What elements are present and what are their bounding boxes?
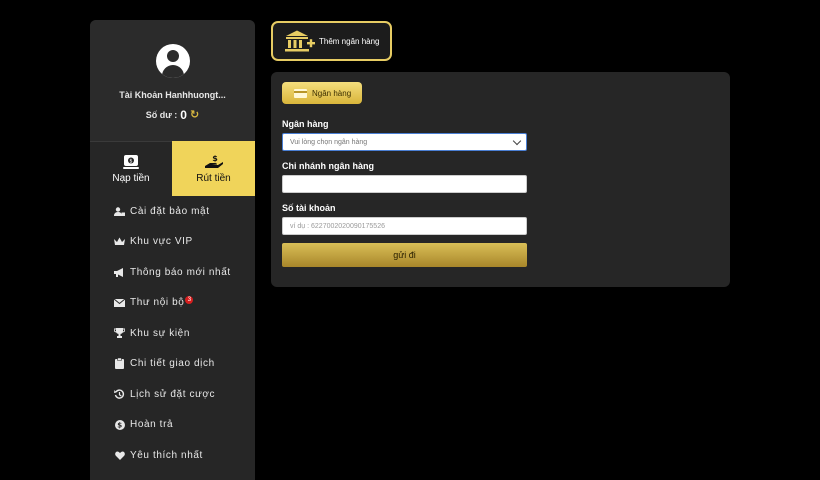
coin-icon: $ bbox=[114, 419, 125, 430]
deposit-icon: $ bbox=[123, 155, 139, 169]
withdraw-icon: $ bbox=[204, 154, 223, 168]
envelope-icon bbox=[114, 297, 125, 308]
tab-deposit-label: Nạp tiền bbox=[112, 173, 150, 184]
submit-button[interactable]: gửi đi bbox=[282, 243, 527, 267]
branch-label: Chi nhánh ngân hàng bbox=[282, 161, 374, 171]
menu-item-label: Thông báo mới nhất bbox=[130, 266, 231, 278]
menu-item-rebate[interactable]: $ Hoàn trả bbox=[90, 410, 255, 441]
tab-withdraw-label: Rút tiền bbox=[196, 172, 231, 184]
svg-text:$: $ bbox=[129, 159, 132, 165]
balance-value: 0 bbox=[180, 108, 187, 122]
balance: Số dư : 0 ↻ bbox=[146, 108, 199, 122]
heart-icon bbox=[114, 450, 125, 461]
card-icon bbox=[294, 88, 307, 98]
bank-form-panel: Ngân hàng Ngân hàng Vui lòng chọn ngân h… bbox=[271, 72, 730, 287]
tab-bank[interactable]: Ngân hàng bbox=[282, 82, 362, 104]
bank-select[interactable]: Vui lòng chọn ngân hàng bbox=[282, 133, 527, 151]
user-lock-icon bbox=[114, 206, 125, 217]
tab-deposit[interactable]: $ Nạp tiền bbox=[90, 141, 172, 196]
menu-item-security[interactable]: Cài đặt bảo mật bbox=[90, 196, 255, 227]
add-bank-label: Thêm ngân hàng bbox=[319, 36, 380, 46]
menu-item-label: Thư nội bộ bbox=[130, 297, 185, 309]
megaphone-icon bbox=[114, 267, 125, 278]
menu-item-label: Chi tiết giao dịch bbox=[130, 358, 215, 370]
menu-item-vip[interactable]: Khu vực VIP bbox=[90, 227, 255, 258]
bank-label: Ngân hàng bbox=[282, 119, 329, 129]
svg-text:$: $ bbox=[212, 154, 218, 163]
account-number-label: Số tài khoản bbox=[282, 203, 336, 213]
menu-item-label: Yêu thích nhất bbox=[130, 449, 203, 461]
bank-plus-icon bbox=[285, 30, 315, 52]
avatar-icon[interactable] bbox=[155, 44, 190, 78]
menu-item-label: Cài đặt bảo mật bbox=[130, 205, 210, 217]
wallet-tabs: $ Nạp tiền $ Rút tiền bbox=[90, 141, 255, 196]
account-sidebar: Tài Khoản Hanhhuongt... Số dư : 0 ↻ $ Nạ… bbox=[90, 20, 255, 480]
menu-item-label: Khu sự kiện bbox=[130, 327, 190, 339]
account-number-input[interactable]: ví dụ : 6227002020090175526 bbox=[282, 217, 527, 235]
menu-item-transactions[interactable]: Chi tiết giao dịch bbox=[90, 349, 255, 380]
profile-card: Tài Khoản Hanhhuongt... Số dư : 0 ↻ bbox=[90, 20, 255, 141]
trophy-icon bbox=[114, 328, 125, 339]
menu-item-news[interactable]: Thông báo mới nhất bbox=[90, 257, 255, 288]
menu-item-label: Lịch sử đặt cược bbox=[130, 388, 216, 400]
add-bank-button[interactable]: Thêm ngân hàng bbox=[271, 21, 392, 61]
refresh-icon[interactable]: ↻ bbox=[190, 109, 199, 121]
balance-label: Số dư : bbox=[145, 110, 178, 120]
clipboard-icon bbox=[114, 358, 125, 370]
menu-item-label: Khu vực VIP bbox=[130, 236, 193, 248]
menu-item-favorites[interactable]: Yêu thích nhất bbox=[90, 440, 255, 471]
menu-item-inbox[interactable]: Thư nội bộ 3 bbox=[90, 288, 255, 319]
tab-withdraw[interactable]: $ Rút tiền bbox=[172, 141, 255, 196]
unread-badge: 3 bbox=[185, 295, 194, 304]
account-name: Tài Khoản Hanhhuongt... bbox=[119, 90, 226, 100]
menu-item-bet-history[interactable]: Lịch sử đặt cược bbox=[90, 379, 255, 410]
chevron-down-icon bbox=[512, 136, 522, 145]
account-menu: Cài đặt bảo mật Khu vực VIP Thông báo mớ… bbox=[90, 196, 255, 471]
menu-item-label: Hoàn trả bbox=[130, 419, 174, 431]
history-icon bbox=[114, 389, 125, 400]
svg-text:$: $ bbox=[117, 421, 122, 429]
branch-input[interactable] bbox=[282, 175, 527, 193]
menu-item-events[interactable]: Khu sự kiện bbox=[90, 318, 255, 349]
crown-icon bbox=[114, 236, 125, 247]
tab-bank-label: Ngân hàng bbox=[312, 88, 352, 98]
bank-select-value: Vui lòng chọn ngân hàng bbox=[290, 138, 368, 146]
